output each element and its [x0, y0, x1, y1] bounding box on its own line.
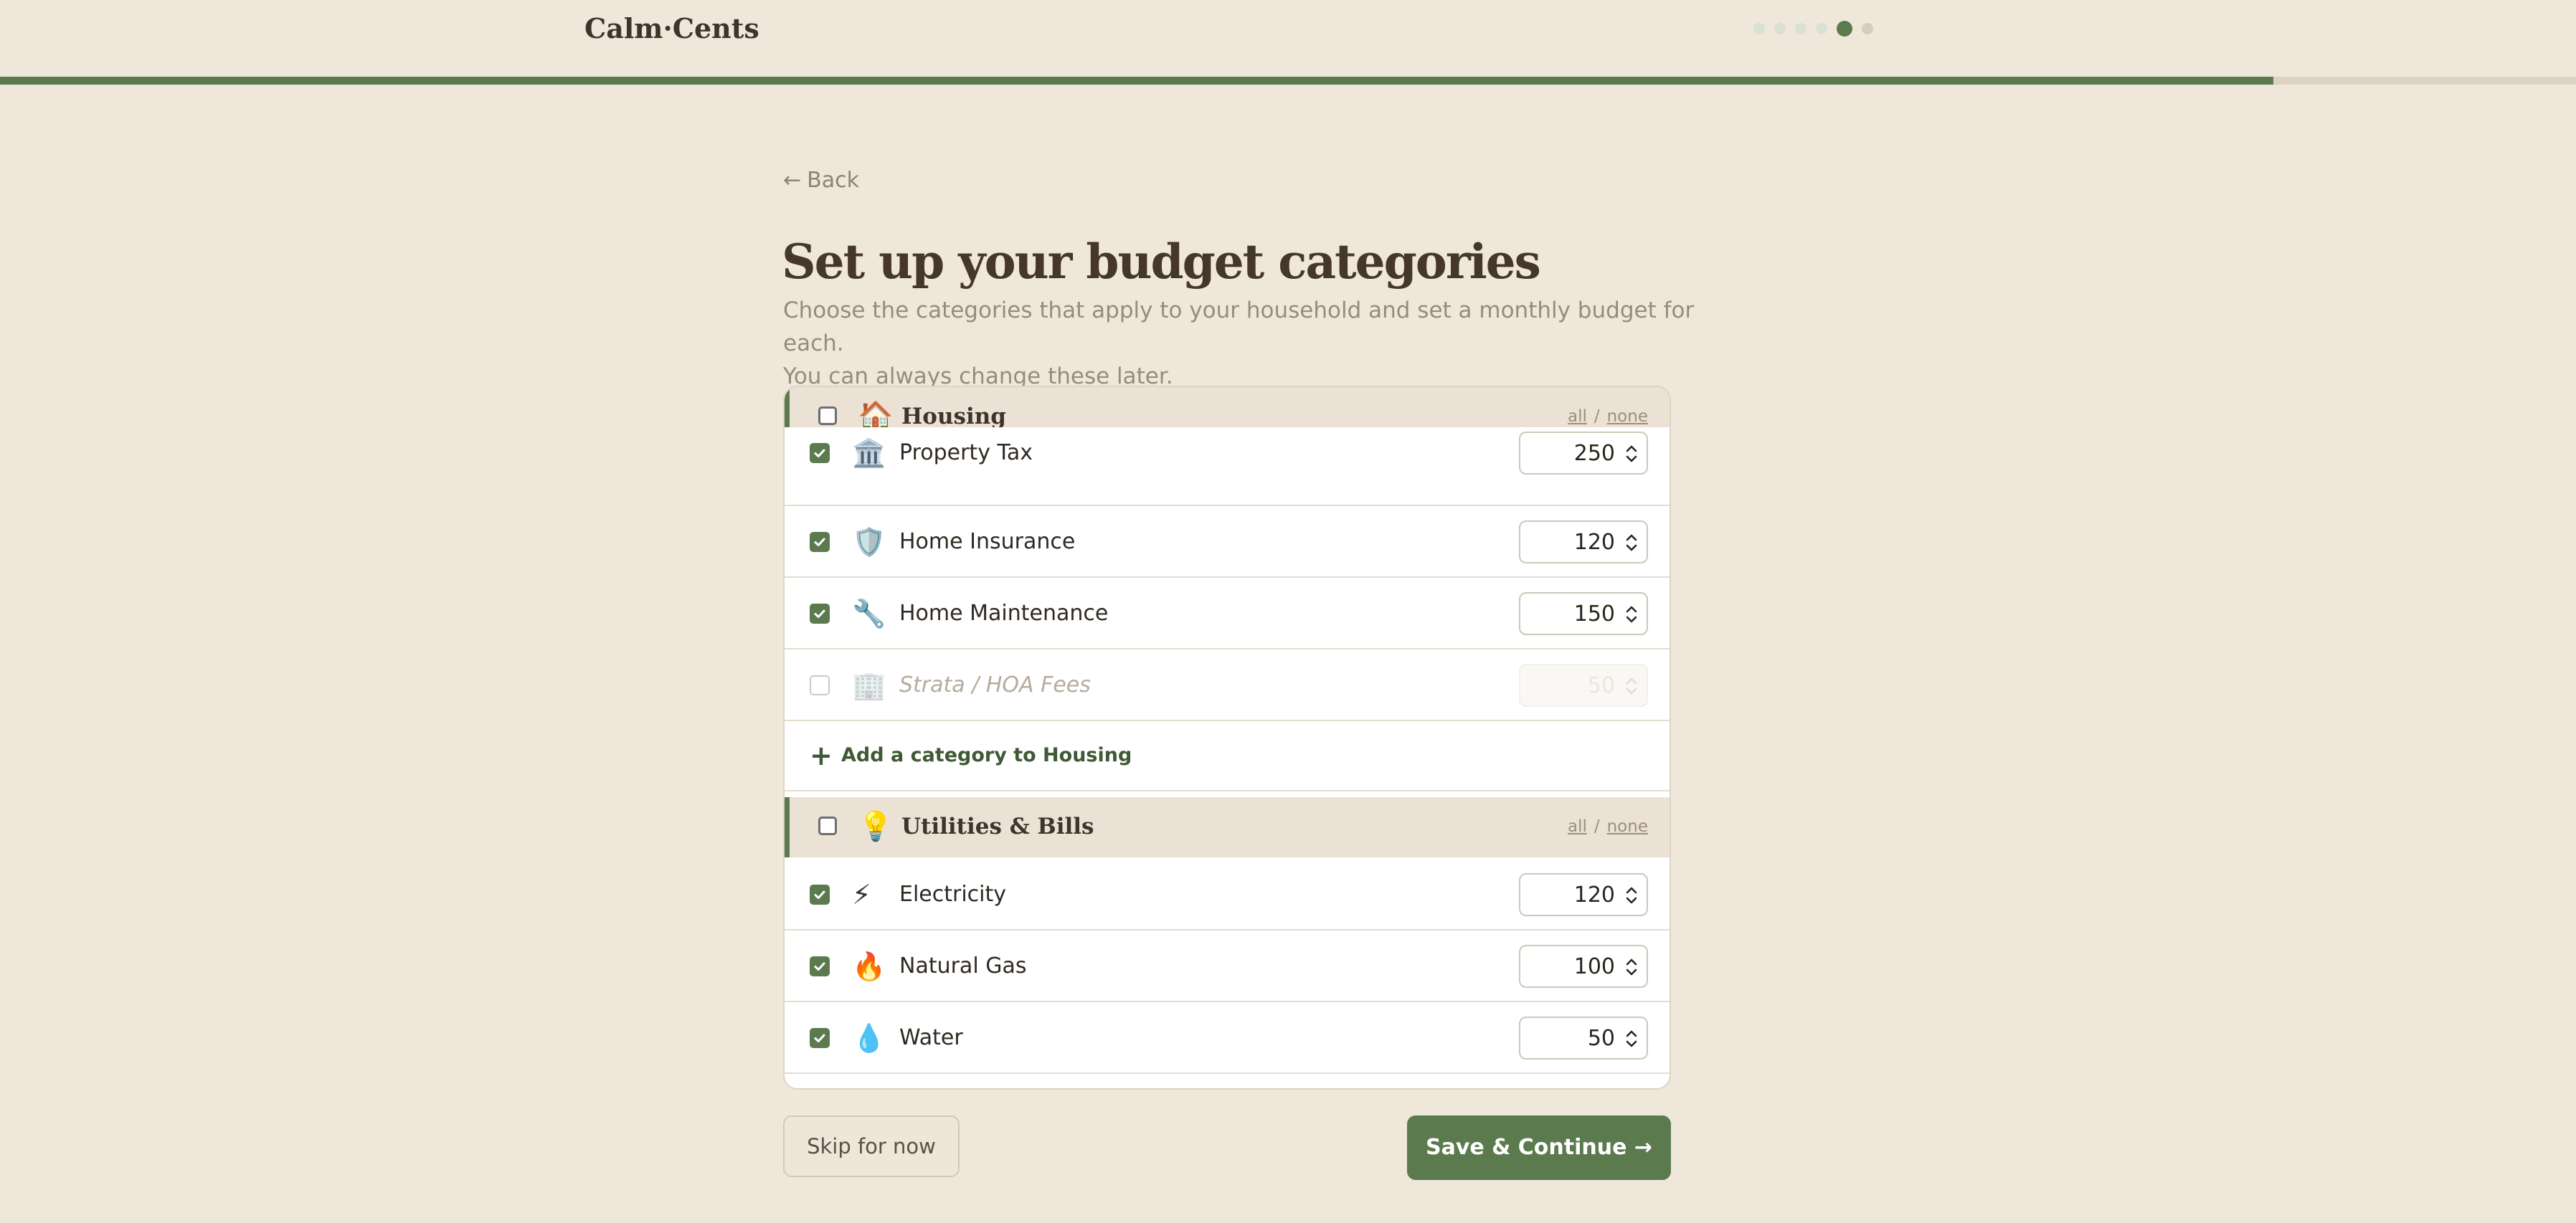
amount-value: 250 [1573, 441, 1615, 466]
category-list[interactable]: 🏠 Housing all / none 🏛️ Property Tax 250 🛡… [783, 386, 1671, 1090]
checkmark-icon [814, 890, 825, 899]
link-separator: / [1594, 407, 1600, 426]
step-dot-5-current [1837, 21, 1852, 37]
amount-input[interactable]: 120 [1519, 873, 1648, 916]
top-header: Calm·Cents [0, 0, 2576, 85]
category-row-home-maintenance[interactable]: 🔧 Home Maintenance 150 [785, 578, 1670, 649]
group-select-checkbox-utilities[interactable] [818, 817, 837, 835]
stepper-arrows-icon[interactable] [1625, 885, 1638, 906]
amount-input[interactable]: 100 [1519, 945, 1648, 988]
category-checkbox[interactable] [810, 956, 830, 976]
category-row-natural-gas[interactable]: 🔥 Natural Gas 100 [785, 931, 1670, 1002]
flame-icon: 🔥 [852, 951, 886, 982]
step-dot-3 [1795, 23, 1806, 34]
amount-input[interactable]: 50 [1519, 1017, 1648, 1060]
checkmark-icon [814, 538, 825, 546]
category-checkbox[interactable] [810, 885, 830, 905]
amount-value: 150 [1573, 601, 1615, 627]
category-label: Home Maintenance [899, 601, 1109, 626]
progress-bar-fill [0, 77, 2273, 85]
stepper-arrows-icon[interactable] [1625, 443, 1638, 465]
lightbulb-icon: 💡 [858, 810, 894, 843]
link-separator: / [1594, 817, 1600, 836]
stepper-arrows-icon[interactable] [1625, 532, 1638, 553]
amount-value: 100 [1573, 954, 1615, 979]
back-link[interactable]: ← Back [783, 165, 859, 196]
amount-input[interactable]: 120 [1519, 520, 1648, 563]
checkmark-icon [814, 609, 825, 618]
category-label: Home Insurance [899, 529, 1076, 554]
checkmark-icon [814, 1034, 825, 1042]
category-row-home-insurance[interactable]: 🛡️ Home Insurance 120 [785, 506, 1670, 578]
category-row-strata-hoa[interactable]: 🏢 Strata / HOA Fees 50 [785, 649, 1670, 721]
checkmark-icon [814, 449, 825, 457]
category-checkbox[interactable] [810, 443, 830, 463]
step-dot-1 [1753, 23, 1765, 34]
select-all-link[interactable]: all [1568, 407, 1587, 426]
step-dot-4 [1816, 23, 1827, 34]
select-none-link[interactable]: none [1607, 817, 1648, 836]
group-title-utilities: Utilities & Bills [901, 814, 1094, 839]
category-checkbox[interactable] [810, 604, 830, 624]
select-none-link[interactable]: none [1607, 407, 1648, 426]
skip-button[interactable]: Skip for now [783, 1115, 960, 1177]
stepper-arrows-icon[interactable] [1625, 1028, 1638, 1050]
category-row-electricity[interactable]: ⚡ Electricity 120 [785, 859, 1670, 931]
group-header-utilities: 💡 Utilities & Bills all / none [785, 797, 1670, 857]
amount-value: 50 [1587, 1026, 1615, 1051]
category-row-property-tax[interactable]: 🏛️ Property Tax 250 [785, 427, 1670, 506]
page-subtitle: Choose the categories that apply to your… [783, 294, 1715, 393]
group-select-links: all / none [1568, 814, 1648, 839]
group-select-links: all / none [1568, 404, 1648, 429]
lightning-icon: ⚡ [852, 879, 871, 910]
amount-input[interactable]: 250 [1519, 432, 1648, 475]
category-label: Electricity [899, 882, 1007, 907]
amount-input-disabled: 50 [1519, 664, 1648, 707]
arrow-left-icon: ← [783, 168, 802, 193]
stepper-arrows-icon[interactable] [1625, 604, 1638, 625]
add-category-label: Add a category to Housing [841, 744, 1132, 766]
checkmark-icon [814, 962, 825, 971]
category-row-water[interactable]: 💧 Water 50 [785, 1002, 1670, 1074]
amount-input[interactable]: 150 [1519, 592, 1648, 635]
select-all-link[interactable]: all [1568, 817, 1587, 836]
category-label: Water [899, 1025, 963, 1050]
step-dot-2 [1774, 23, 1786, 34]
wrench-icon: 🔧 [852, 598, 886, 629]
bank-building-icon: 🏛️ [852, 437, 886, 469]
category-label: Property Tax [899, 440, 1033, 465]
group-select-checkbox-housing[interactable] [818, 406, 837, 425]
brand-logo[interactable]: Calm·Cents [584, 10, 759, 47]
category-label: Strata / HOA Fees [899, 672, 1091, 698]
add-category-housing-button[interactable]: + Add a category to Housing [785, 721, 1670, 791]
plus-icon: + [810, 740, 833, 771]
category-checkbox[interactable] [810, 532, 830, 552]
progress-bar [0, 77, 2576, 85]
category-checkbox[interactable] [810, 675, 830, 695]
save-continue-button[interactable]: Save & Continue → [1407, 1115, 1671, 1180]
step-dot-6 [1862, 23, 1873, 34]
category-checkbox[interactable] [810, 1028, 830, 1048]
office-building-icon: 🏢 [852, 670, 886, 701]
stepper-arrows-icon [1626, 677, 1637, 695]
back-label: Back [807, 168, 859, 193]
shield-icon: 🛡️ [852, 526, 886, 558]
category-label: Natural Gas [899, 953, 1027, 979]
stepper-arrows-icon[interactable] [1625, 956, 1638, 978]
amount-value: 120 [1573, 882, 1615, 908]
amount-value: 120 [1573, 530, 1615, 555]
page-title: Set up your budget categories [782, 234, 1541, 290]
amount-value: 50 [1587, 673, 1615, 698]
water-drop-icon: 💧 [852, 1022, 886, 1054]
step-indicator [1753, 20, 1873, 37]
subtitle-line-1: Choose the categories that apply to your… [783, 298, 1695, 356]
